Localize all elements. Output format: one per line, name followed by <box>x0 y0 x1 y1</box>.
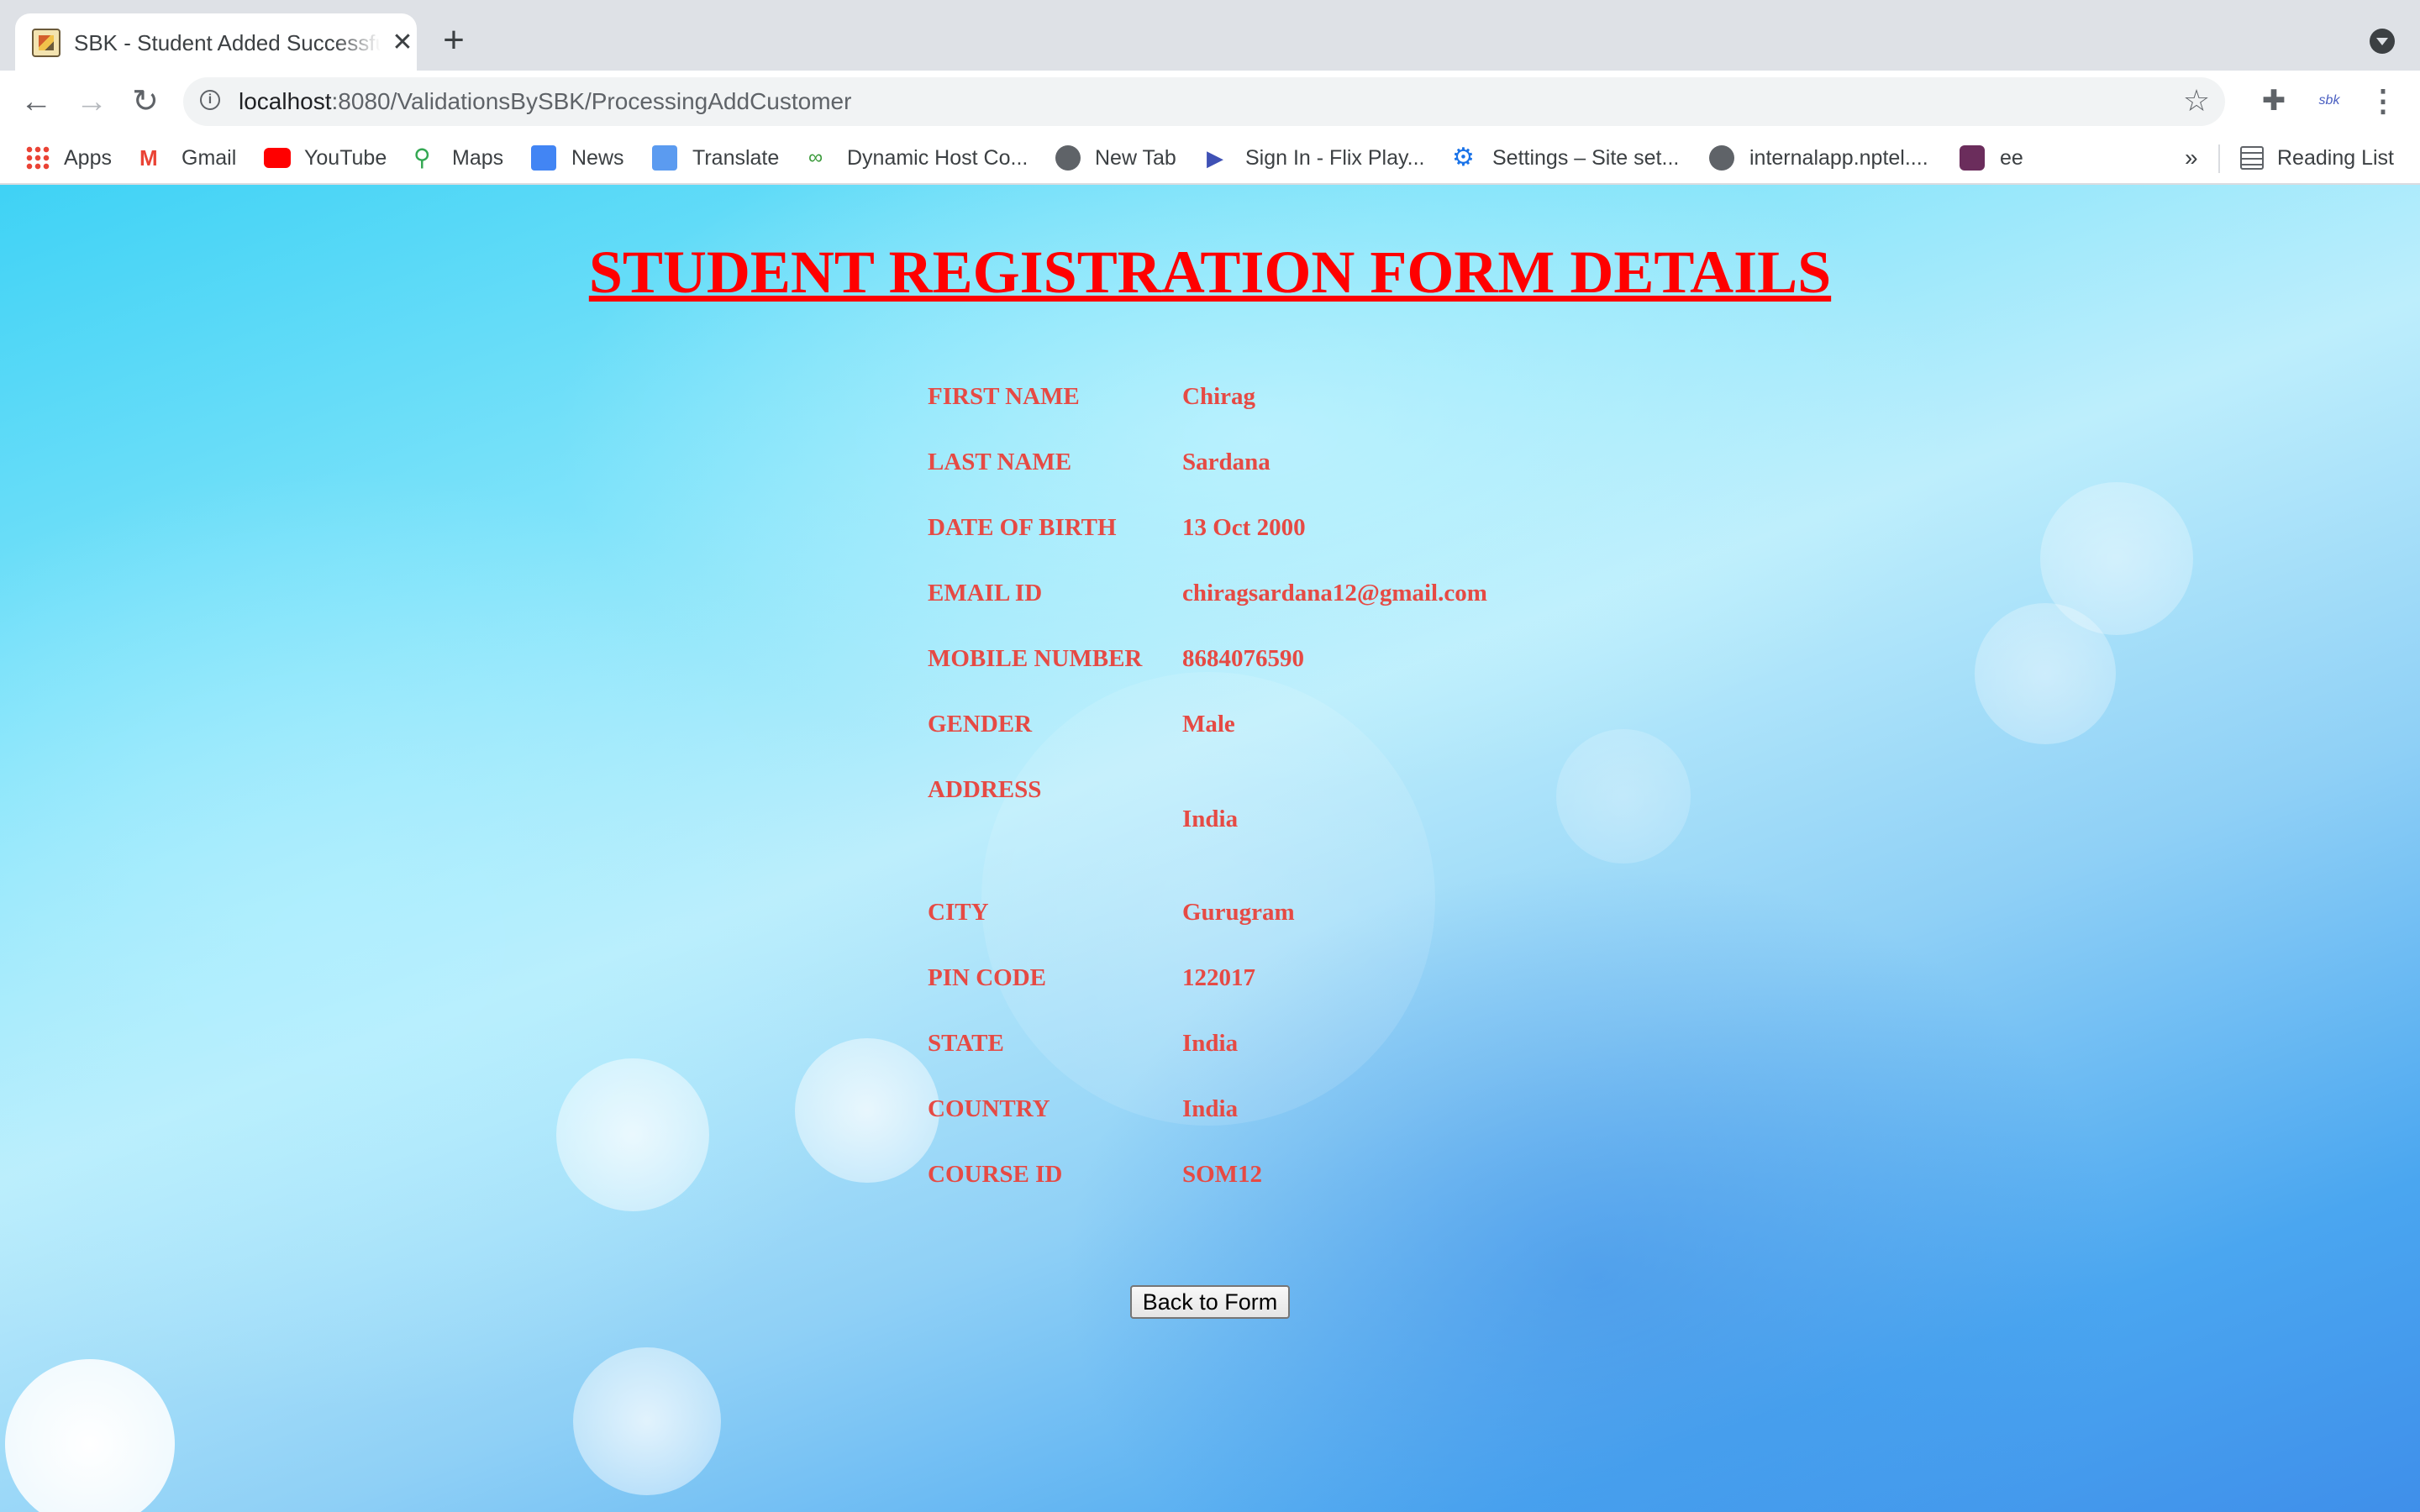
back-arrow-icon[interactable]: ← <box>17 82 55 121</box>
field-value: chiragsardana12@gmail.com <box>1182 580 1487 606</box>
maps-pin-icon: ⚲ <box>413 144 431 171</box>
reading-list-icon[interactable] <box>2240 146 2264 170</box>
news-icon <box>531 145 556 171</box>
site-info-icon[interactable]: i <box>200 90 220 110</box>
globe-icon <box>1709 145 1734 171</box>
more-bookmarks-chevron-icon[interactable]: » <box>2185 143 2198 173</box>
bookmarks-bar: Apps M Gmail YouTube ⚲ Maps News Transla… <box>0 133 2420 185</box>
field-label: FIRST NAME <box>928 383 1080 410</box>
url-path: :8080/ValidationsBySBK/ProcessingAddCust… <box>331 88 852 114</box>
bookmark-star-icon[interactable]: ☆ <box>2180 84 2213 118</box>
page-title: STUDENT REGISTRATION FORM DETAILS <box>588 239 1832 306</box>
new-tab-plus-icon[interactable]: + <box>437 22 471 59</box>
globe-icon <box>1055 145 1081 171</box>
reload-icon[interactable]: ↻ <box>126 82 165 121</box>
back-to-form-button[interactable]: Back to Form <box>1130 1285 1290 1319</box>
bokeh-circle <box>5 1359 175 1512</box>
bookmark-dynamic-host[interactable]: Dynamic Host Co... <box>847 143 1028 173</box>
youtube-icon <box>264 148 291 168</box>
reading-list-label[interactable]: Reading List <box>2277 143 2394 173</box>
quora-icon <box>1960 145 1985 171</box>
field-label: MOBILE NUMBER <box>928 645 1143 672</box>
extensions-puzzle-icon[interactable]: ✚ <box>2257 84 2291 118</box>
profile-avatar-icon[interactable]: sbk <box>2312 84 2346 118</box>
field-value: SOM12 <box>1182 1161 1263 1188</box>
url-host: localhost <box>239 88 332 114</box>
field-label: ADDRESS <box>928 776 1042 803</box>
bookmark-translate[interactable]: Translate <box>692 143 779 173</box>
bookmark-internalapp[interactable]: internalapp.nptel.... <box>1749 143 1928 173</box>
bookmark-maps[interactable]: Maps <box>452 143 503 173</box>
bookmarks-divider <box>2218 144 2220 173</box>
field-value: 13 Oct 2000 <box>1182 514 1306 541</box>
browser-toolbar: ← → ↻ i localhost:8080/ValidationsBySBK/… <box>0 71 2420 133</box>
bokeh-circle <box>573 1347 721 1495</box>
field-label: EMAIL ID <box>928 580 1043 606</box>
bookmark-settings[interactable]: Settings – Site set... <box>1492 143 1679 173</box>
field-value: India <box>1182 1095 1239 1122</box>
bokeh-circle <box>1556 729 1691 864</box>
field-value: Gurugram <box>1182 899 1295 926</box>
browser-menu-icon[interactable]: ⋮ <box>2368 84 2398 118</box>
field-label: COURSE ID <box>928 1161 1063 1188</box>
bokeh-circle <box>556 1058 709 1211</box>
tab-title: SBK - Student Added Successfully <box>74 30 381 55</box>
field-value: 8684076590 <box>1182 645 1304 672</box>
field-value: India <box>1182 806 1239 832</box>
field-label: PIN CODE <box>928 964 1046 991</box>
settings-gear-icon: ⚙ <box>1452 144 1475 171</box>
flix-play-icon: ▶ <box>1207 145 1223 171</box>
active-tab[interactable]: SBK - Student Added Successfully ✕ <box>15 13 417 71</box>
translate-icon <box>652 145 677 171</box>
field-value: 122017 <box>1182 964 1255 991</box>
field-label: GENDER <box>928 711 1033 738</box>
page-content: STUDENT REGISTRATION FORM DETAILS FIRST … <box>0 185 2420 1512</box>
bookmark-gmail[interactable]: Gmail <box>182 143 236 173</box>
field-value: Male <box>1182 711 1235 738</box>
forward-arrow-icon[interactable]: → <box>72 82 111 121</box>
field-label: STATE <box>928 1030 1004 1057</box>
bookmark-youtube[interactable]: YouTube <box>304 143 387 173</box>
tab-search-icon[interactable] <box>2370 29 2395 54</box>
apps-grid-icon <box>25 145 50 171</box>
field-label: CITY <box>928 899 989 926</box>
field-value: Chirag <box>1182 383 1255 410</box>
close-tab-icon[interactable]: ✕ <box>388 29 417 57</box>
bookmark-ee[interactable]: ee <box>2000 143 2023 173</box>
field-label: LAST NAME <box>928 449 1072 475</box>
bokeh-circle <box>795 1038 939 1183</box>
field-label: COUNTRY <box>928 1095 1050 1122</box>
site-favicon-icon <box>32 29 60 57</box>
bokeh-circle <box>1975 603 2116 744</box>
bookmark-new-tab[interactable]: New Tab <box>1095 143 1176 173</box>
tab-strip: SBK - Student Added Successfully ✕ + <box>0 0 2420 71</box>
bookmark-apps[interactable]: Apps <box>64 143 112 173</box>
dynamic-host-icon: ∞ <box>808 146 823 169</box>
bookmark-news[interactable]: News <box>571 143 624 173</box>
gmail-icon: M <box>139 145 158 171</box>
field-value: India <box>1182 1030 1239 1057</box>
address-bar[interactable]: i localhost:8080/ValidationsBySBK/Proces… <box>183 77 2225 126</box>
field-value: Sardana <box>1182 449 1270 475</box>
field-label: DATE OF BIRTH <box>928 514 1117 541</box>
bookmark-flix-play[interactable]: Sign In - Flix Play... <box>1245 143 1425 173</box>
url-text[interactable]: localhost:8080/ValidationsBySBK/Processi… <box>239 77 851 126</box>
